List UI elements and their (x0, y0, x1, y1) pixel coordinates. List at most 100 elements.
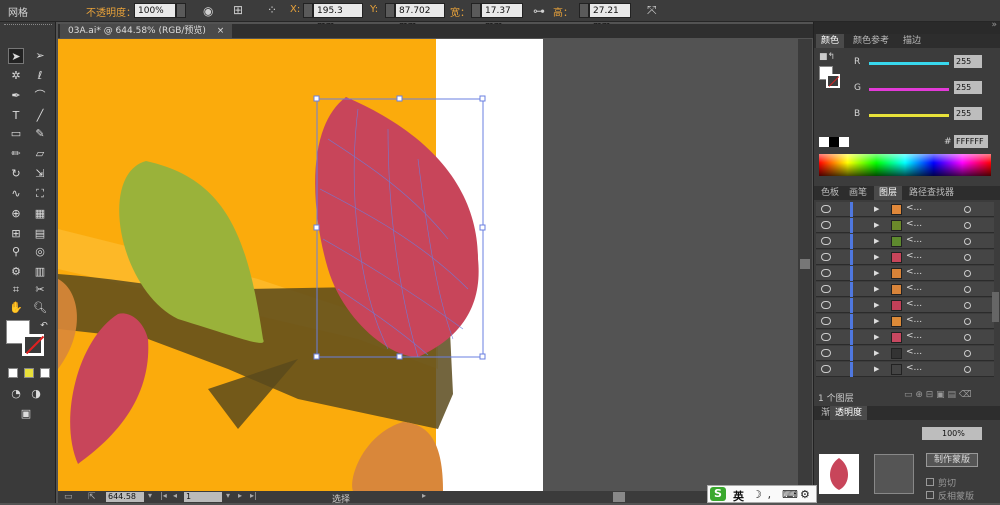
hex-value[interactable]: FFFFFF (954, 135, 988, 148)
hand-tool-icon[interactable]: ✋ (8, 300, 24, 316)
layer-row[interactable]: ▶ <... (816, 346, 994, 361)
handle-top-left[interactable] (313, 95, 320, 102)
visibility-eye-icon[interactable] (821, 285, 831, 293)
expand-triangle-icon[interactable]: ▶ (874, 317, 879, 325)
layer-row[interactable]: ▶ <... (816, 202, 994, 217)
target-circle-icon[interactable] (964, 334, 971, 341)
layers-scroll-thumb[interactable] (992, 292, 999, 322)
width-stepper[interactable] (471, 3, 481, 18)
tab-color[interactable]: 颜色 (816, 34, 845, 48)
handle-top-right[interactable] (479, 95, 486, 102)
tab-pathfinder[interactable]: 路径查找器 (904, 186, 959, 200)
first-artboard-icon[interactable]: |◂ (160, 491, 167, 500)
tab-swatches[interactable]: 色板 (816, 186, 844, 200)
opacity-dropdown-button[interactable] (176, 3, 186, 18)
tab-transparency[interactable]: 透明度 (830, 406, 868, 420)
r-slider[interactable] (869, 62, 949, 65)
handle-bottom-center[interactable] (396, 353, 403, 360)
target-circle-icon[interactable] (964, 222, 971, 229)
target-circle-icon[interactable] (964, 206, 971, 213)
vertical-scroll-thumb[interactable] (800, 259, 810, 269)
none-black-white-swatches[interactable] (819, 137, 849, 147)
mask-thumbnail[interactable] (874, 454, 914, 494)
layer-row[interactable]: ▶ <... (816, 234, 994, 249)
direct-selection-tool-icon[interactable]: ➢ (32, 48, 48, 64)
layer-row[interactable]: ▶ <... (816, 298, 994, 313)
layer-name[interactable]: <... (906, 203, 922, 213)
perspective-grid-tool-icon[interactable]: ▦ (32, 206, 48, 222)
gradient-tool-icon[interactable]: ▤ (32, 226, 48, 242)
type-tool-icon[interactable]: T (8, 108, 24, 124)
drawing-mode-icon[interactable]: ◔ (8, 386, 24, 402)
layer-row[interactable]: ▶ <... (816, 282, 994, 297)
panel-stroke-swatch[interactable] (826, 74, 840, 88)
slice-tool-icon[interactable]: ✂ (32, 282, 48, 298)
pen-tool-icon[interactable]: ✒ (8, 88, 24, 104)
zoom-field[interactable]: 644.58 (106, 492, 144, 502)
object-thumbnail[interactable] (819, 454, 859, 494)
ime-keyboard-icon[interactable]: ⌨ (782, 488, 798, 501)
eraser-tool-icon[interactable]: ▱ (32, 146, 48, 162)
visibility-eye-icon[interactable] (821, 237, 831, 245)
invert-mask-checkbox[interactable] (926, 491, 934, 499)
tab-color-guide[interactable]: 颜色参考 (848, 34, 894, 48)
clip-checkbox[interactable] (926, 478, 934, 486)
expand-triangle-icon[interactable]: ▶ (874, 301, 879, 309)
tab-brushes[interactable]: 画笔 (844, 186, 872, 200)
panel-dock-header[interactable]: » (814, 20, 1000, 34)
none-mode-button[interactable] (40, 368, 50, 378)
height-field[interactable]: 27.21 mm (589, 3, 631, 31)
layer-row[interactable]: ▶ <... (816, 314, 994, 329)
target-circle-icon[interactable] (964, 318, 971, 325)
warp-tool-icon[interactable]: ∿ (8, 186, 24, 202)
free-transform-tool-icon[interactable]: ⛶ (32, 186, 48, 202)
target-circle-icon[interactable] (964, 350, 971, 357)
transform-icon[interactable]: ⤧ (647, 4, 657, 16)
target-circle-icon[interactable] (964, 254, 971, 261)
scale-tool-icon[interactable]: ⇲ (32, 166, 48, 182)
align-icon[interactable]: ⊞ (233, 4, 243, 16)
x-stepper[interactable] (303, 3, 313, 18)
vertical-scrollbar[interactable] (798, 39, 812, 491)
r-value[interactable]: 255 (954, 55, 982, 68)
ime-language-label[interactable]: 英 (733, 488, 744, 504)
make-mask-button[interactable]: 制作蒙版 (926, 453, 978, 467)
target-circle-icon[interactable] (964, 270, 971, 277)
mesh-tool-icon[interactable]: ⊞ (8, 226, 24, 242)
visibility-eye-icon[interactable] (821, 333, 831, 341)
target-circle-icon[interactable] (964, 286, 971, 293)
handle-middle-left[interactable] (313, 224, 320, 231)
close-icon[interactable]: × (217, 26, 225, 36)
handle-top-center[interactable] (396, 95, 403, 102)
next-artboard-icon[interactable]: ▸ (238, 491, 242, 500)
b-slider[interactable] (869, 114, 949, 117)
expand-triangle-icon[interactable]: ▶ (874, 221, 879, 229)
status-menu-icon[interactable]: ▸ (422, 491, 426, 500)
artboard-tool-icon[interactable]: ⌗ (8, 282, 24, 298)
visibility-eye-icon[interactable] (821, 349, 831, 357)
layer-name[interactable]: <... (906, 331, 922, 341)
reference-point-icon[interactable]: ⁘ (267, 4, 277, 16)
layer-row[interactable]: ▶ <... (816, 250, 994, 265)
layer-name[interactable]: <... (906, 235, 922, 245)
tab-stroke[interactable]: 描边 (898, 34, 926, 48)
stroke-swatch[interactable] (22, 334, 45, 356)
ime-tools-icon[interactable]: ⚙ (800, 488, 810, 501)
visibility-eye-icon[interactable] (821, 205, 831, 213)
handle-middle-right[interactable] (479, 224, 486, 231)
horizontal-scroll-thumb[interactable] (613, 492, 625, 502)
visibility-eye-icon[interactable] (821, 365, 831, 373)
paintbrush-tool-icon[interactable]: ✎ (32, 126, 48, 142)
graph-tool-icon[interactable]: ▥ (32, 264, 48, 280)
target-circle-icon[interactable] (964, 238, 971, 245)
g-value[interactable]: 255 (954, 81, 982, 94)
y-stepper[interactable] (385, 3, 395, 18)
layer-name[interactable]: <... (906, 315, 922, 325)
document-tab[interactable]: 03A.ai* @ 644.58% (RGB/预览) × (60, 24, 233, 38)
prev-artboard-icon[interactable]: ◂ (173, 491, 177, 500)
opacity-field[interactable]: 100% (134, 3, 176, 18)
layer-name[interactable]: <... (906, 283, 922, 293)
zoom-dropdown-icon[interactable]: ▾ (148, 491, 152, 500)
gradient-mode-button[interactable] (24, 368, 34, 378)
expand-triangle-icon[interactable]: ▶ (874, 237, 879, 245)
